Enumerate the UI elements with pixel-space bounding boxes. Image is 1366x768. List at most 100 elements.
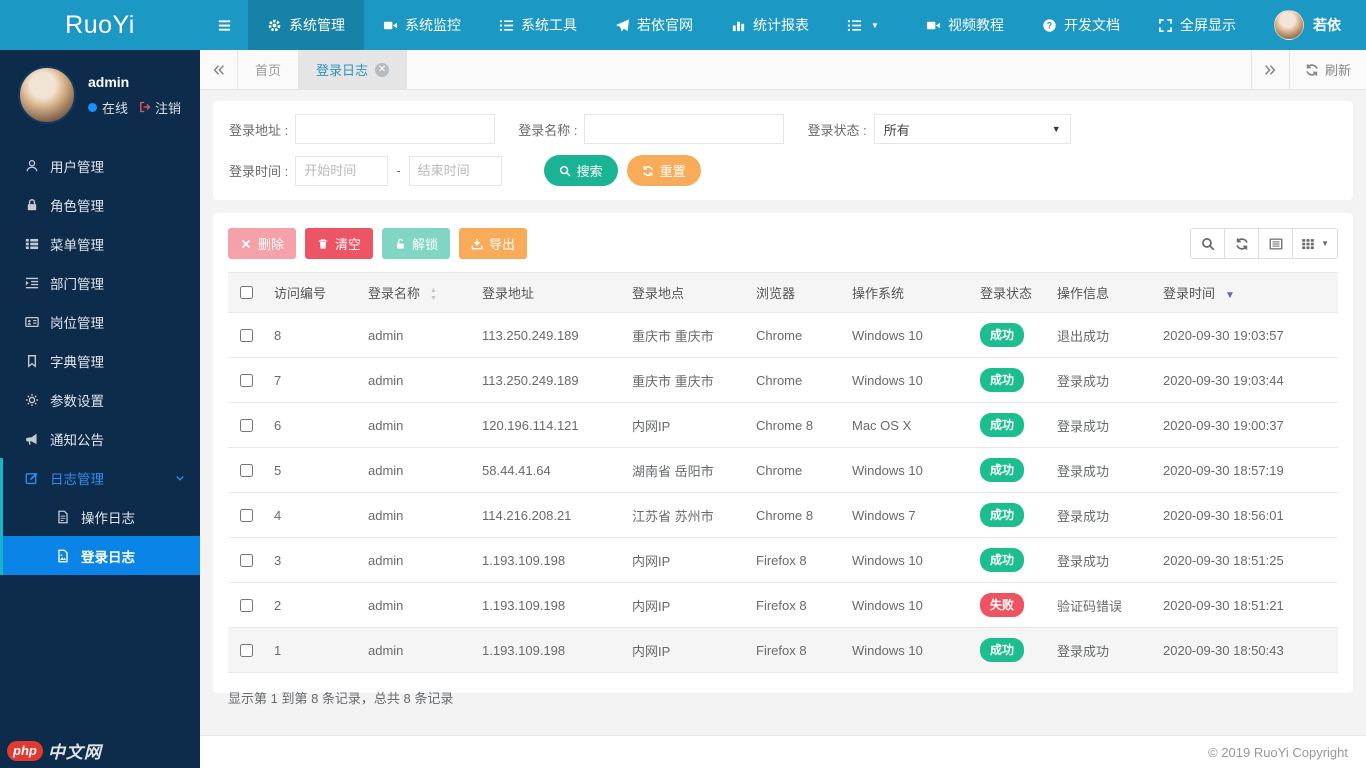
select-all-checkbox[interactable] (240, 286, 253, 300)
row-checkbox[interactable] (240, 463, 253, 477)
search-button[interactable]: 搜索 (543, 155, 618, 186)
edit-icon (25, 471, 39, 485)
table-row[interactable]: 2 admin 1.193.109.198 内网IP Firefox 8 Win… (228, 582, 1338, 629)
main-menu: 系统管理 系统监控 系统工具 若依官网 统计报表 ▼ (248, 0, 898, 50)
cell-no: 6 (266, 402, 360, 449)
login-address-input[interactable] (295, 114, 496, 144)
columns-button[interactable]: ▼ (1292, 228, 1338, 259)
column-header-操作系统[interactable]: 操作系统 (844, 271, 972, 314)
sidebar-item-角色管理[interactable]: 角色管理 (0, 185, 200, 224)
cell-os: Windows 10 (844, 627, 972, 674)
nav-right-item-开发文档[interactable]: ? 开发文档 (1023, 0, 1139, 50)
unlock-button[interactable]: 解锁 (382, 228, 451, 259)
column-header-登录时间[interactable]: 登录时间 ▼ (1155, 271, 1338, 314)
row-checkbox[interactable] (240, 373, 253, 387)
column-header-登录状态[interactable]: 登录状态 (972, 271, 1049, 314)
table-row[interactable]: 8 admin 113.250.249.189 重庆市 重庆市 Chrome W… (228, 312, 1338, 359)
lock-icon (25, 198, 39, 212)
range-separator: - (396, 163, 401, 178)
online-dot-icon (88, 102, 97, 112)
close-icon[interactable]: ✕ (375, 62, 390, 77)
tab-home[interactable]: 首页 (238, 50, 300, 89)
nav-item-系统管理[interactable]: 系统管理 (248, 0, 364, 50)
refresh-label: 刷新 (1324, 63, 1351, 78)
export-button[interactable]: 导出 (459, 228, 528, 259)
end-time-input[interactable] (408, 155, 502, 186)
sidebar-item-操作日志[interactable]: 操作日志 (3, 497, 200, 536)
login-name-input[interactable] (584, 114, 785, 144)
cell-login-location: 江苏省 苏州市 (624, 492, 748, 539)
table-row[interactable]: 3 admin 1.193.109.198 内网IP Firefox 8 Win… (228, 537, 1338, 584)
start-time-input[interactable] (295, 155, 389, 186)
row-checkbox[interactable] (240, 418, 253, 432)
sidebar-item-登录日志[interactable]: 登录日志 (3, 536, 200, 575)
refresh-table-button[interactable] (1224, 228, 1260, 259)
nav-item-系统监控[interactable]: 系统监控 (364, 0, 480, 50)
column-header-访问编号[interactable]: 访问编号 (266, 271, 360, 314)
cell-browser: Firefox 8 (748, 582, 844, 629)
show-search-button[interactable] (1190, 228, 1226, 259)
row-checkbox[interactable] (240, 643, 253, 657)
column-header-浏览器[interactable]: 浏览器 (748, 271, 844, 314)
clear-button[interactable]: 清空 (305, 228, 374, 259)
nav-item-若依官网[interactable]: 若依官网 (596, 0, 712, 50)
cell-login-location: 重庆市 重庆市 (624, 312, 748, 359)
sidebar-item-岗位管理[interactable]: 岗位管理 (0, 302, 200, 341)
sidebar-item-日志管理[interactable]: 日志管理 (3, 458, 200, 497)
nav-item-menu-switch[interactable]: ▼ (828, 0, 898, 50)
nav-item-统计报表[interactable]: 统计报表 (712, 0, 828, 50)
sort-desc-icon[interactable]: ▼ (1225, 290, 1235, 301)
table-row[interactable]: 4 admin 114.216.208.21 江苏省 苏州市 Chrome 8 … (228, 492, 1338, 539)
column-header-登录地址[interactable]: 登录地址 (474, 271, 624, 314)
cell-message: 登录成功 (1049, 357, 1155, 404)
column-header-登录名称[interactable]: 登录名称 ▲ ▼ (360, 271, 474, 314)
sidebar-item-部门管理[interactable]: 部门管理 (0, 263, 200, 302)
x-icon (240, 238, 252, 250)
sidebar-item-参数设置[interactable]: 参数设置 (0, 380, 200, 419)
table-row[interactable]: 6 admin 120.196.114.121 内网IP Chrome 8 Ma… (228, 402, 1338, 449)
sidebar-item-菜单管理[interactable]: 菜单管理 (0, 224, 200, 263)
row-checkbox[interactable] (240, 508, 253, 522)
sidebar-item-label: 日志管理 (50, 471, 104, 487)
sidebar-toggle-button[interactable] (200, 0, 248, 50)
cell-no: 3 (266, 537, 360, 584)
sidebar-group-日志管理: 日志管理操作日志登录日志 (0, 458, 200, 575)
row-checkbox[interactable] (240, 328, 253, 342)
table-row[interactable]: 1 admin 1.193.109.198 内网IP Firefox 8 Win… (228, 627, 1338, 674)
cell-login-location: 重庆市 重庆市 (624, 357, 748, 404)
row-checkbox[interactable] (240, 598, 253, 612)
cell-os: Mac OS X (844, 402, 972, 449)
tabs-scroll-left-button[interactable] (200, 50, 238, 89)
nav-right-item-视频教程[interactable]: 视频教程 (907, 0, 1023, 50)
unlock-icon (394, 238, 406, 250)
cell-time: 2020-09-30 19:03:57 (1155, 312, 1338, 359)
tab-refresh-button[interactable]: 刷新 (1288, 50, 1366, 89)
refresh-icon (1305, 63, 1319, 77)
sidebar-item-用户管理[interactable]: 用户管理 (0, 146, 200, 185)
sidebar-item-通知公告[interactable]: 通知公告 (0, 419, 200, 458)
login-status-select[interactable]: 所有 ▼ (873, 114, 1071, 144)
nav-item-label: 全屏显示 (1180, 17, 1236, 33)
avatar[interactable] (18, 66, 76, 124)
tab-login-log[interactable]: 登录日志 ✕ (299, 50, 408, 89)
column-header-登录地点[interactable]: 登录地点 (624, 271, 748, 314)
caret-down-icon: ▼ (871, 20, 879, 30)
nav-item-系统工具[interactable]: 系统工具 (480, 0, 596, 50)
sort-both-icon[interactable]: ▲ ▼ (430, 287, 437, 302)
table-row[interactable]: 7 admin 113.250.249.189 重庆市 重庆市 Chrome W… (228, 357, 1338, 404)
tabs-scroll-right-button[interactable] (1250, 50, 1289, 89)
row-checkbox[interactable] (240, 553, 253, 567)
select-caret-icon: ▼ (1051, 124, 1061, 134)
login-log-table: 访问编号 登录名称 ▲ ▼ 登录地址 登录地点 浏览器 操作系统 登录状态 操作信息 登录时间 ▼ 8… (228, 271, 1338, 674)
nav-right-item-全屏显示[interactable]: 全屏显示 (1139, 0, 1255, 50)
sidebar-item-字典管理[interactable]: 字典管理 (0, 341, 200, 380)
table-row[interactable]: 5 admin 58.44.41.64 湖南省 岳阳市 Chrome Windo… (228, 447, 1338, 494)
delete-button[interactable]: 删除 (228, 228, 297, 259)
cell-login-name: admin (360, 537, 474, 584)
sidebar-item-label: 操作日志 (81, 510, 135, 526)
column-header-操作信息[interactable]: 操作信息 (1049, 271, 1155, 314)
nav-right-item-若依[interactable]: 若依 (1255, 0, 1360, 50)
logout-button[interactable]: 注销 (139, 98, 181, 117)
toggle-view-button[interactable] (1258, 228, 1294, 259)
reset-button[interactable]: 重置 (626, 155, 701, 186)
